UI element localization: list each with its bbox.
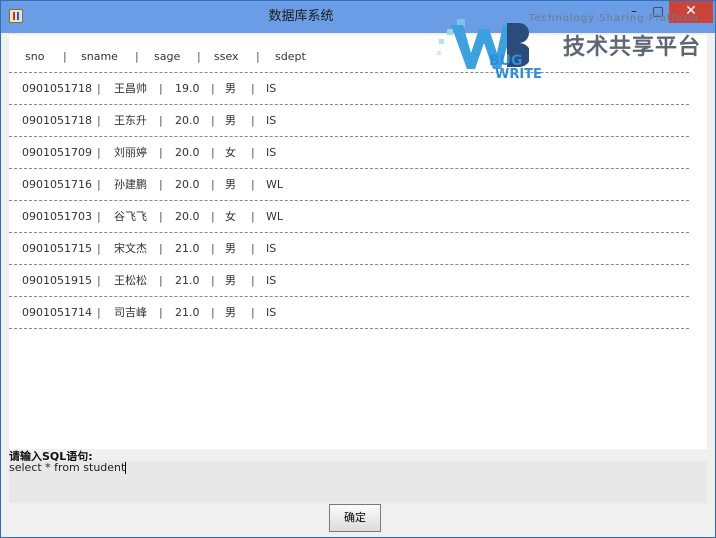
- table-cell: 0901051715: [22, 242, 92, 255]
- table-cell: 0901051915: [22, 274, 92, 287]
- column-separator: |: [251, 114, 255, 127]
- column-header: sage: [154, 50, 181, 63]
- table-cell: 21.0: [175, 274, 200, 287]
- watermark-cn: 技术共享平台: [563, 35, 702, 60]
- table-cell: 20.0: [175, 114, 200, 127]
- column-separator: |: [159, 306, 163, 319]
- table-cell: IS: [266, 82, 277, 95]
- column-separator: |: [97, 178, 101, 191]
- table-cell: 男: [225, 114, 236, 127]
- column-separator: |: [251, 242, 255, 255]
- table-cell: IS: [266, 306, 277, 319]
- table-cell: 男: [225, 178, 236, 191]
- row-divider: [9, 328, 689, 329]
- column-separator: |: [63, 50, 67, 63]
- table-cell: 0901051716: [22, 178, 92, 191]
- confirm-button[interactable]: 确定: [329, 504, 381, 532]
- table-cell: 王松松: [114, 274, 147, 287]
- watermark-logo: Technology Sharing Platform BUG WRITE 技术…: [437, 11, 709, 91]
- column-separator: |: [211, 274, 215, 287]
- table-cell: 男: [225, 274, 236, 287]
- column-separator: |: [251, 146, 255, 159]
- column-separator: |: [159, 210, 163, 223]
- table-row: 0901051716 | 孙建鹏 | 20.0 | 男 | WL: [9, 169, 689, 201]
- column-separator: |: [159, 114, 163, 127]
- column-separator: |: [251, 306, 255, 319]
- column-separator: |: [256, 50, 260, 63]
- column-separator: |: [135, 50, 139, 63]
- text-caret: [125, 462, 127, 474]
- table-cell: 王昌帅: [114, 82, 147, 95]
- column-separator: |: [159, 146, 163, 159]
- column-separator: |: [97, 146, 101, 159]
- table-cell: 谷飞飞: [114, 210, 147, 223]
- column-separator: |: [251, 178, 255, 191]
- table-cell: IS: [266, 274, 277, 287]
- column-separator: |: [251, 210, 255, 223]
- table-cell: WL: [266, 210, 284, 223]
- column-separator: |: [211, 146, 215, 159]
- column-header: ssex: [214, 50, 239, 63]
- table-cell: 宋文杰: [114, 242, 147, 255]
- table-cell: 男: [225, 306, 236, 319]
- table-row: 0901051709 | 刘丽婷 | 20.0 | 女 | IS: [9, 137, 689, 169]
- table-cell: IS: [266, 114, 277, 127]
- app-window: 数据库系统 – □ ✕ sno | sname | sage | ssex | sdept 090…: [0, 0, 716, 538]
- table-cell: WL: [266, 178, 284, 191]
- column-separator: |: [197, 50, 201, 63]
- table-cell: 刘丽婷: [114, 146, 147, 159]
- column-separator: |: [251, 82, 255, 95]
- table-cell: 20.0: [175, 178, 200, 191]
- column-separator: |: [97, 82, 101, 95]
- results-panel: sno | sname | sage | ssex | sdept 0901051718 | 王昌帅 |…: [9, 35, 707, 449]
- table-row: 0901051714 | 司吉峰 | 21.0 | 男 | IS: [9, 297, 689, 329]
- column-separator: |: [211, 178, 215, 191]
- table-cell: 21.0: [175, 306, 200, 319]
- column-separator: |: [97, 114, 101, 127]
- sql-input[interactable]: select * from student: [9, 461, 707, 503]
- column-separator: |: [159, 82, 163, 95]
- table-cell: 21.0: [175, 242, 200, 255]
- table-row: 0901051915 | 王松松 | 21.0 | 男 | IS: [9, 265, 689, 297]
- column-separator: |: [159, 178, 163, 191]
- table-cell: 女: [225, 210, 236, 223]
- watermark-write: WRITE: [495, 67, 542, 82]
- table-cell: 0901051714: [22, 306, 92, 319]
- table-row: 0901051703 | 谷飞飞 | 20.0 | 女 | WL: [9, 201, 689, 233]
- table-row: 0901051715 | 宋文杰 | 21.0 | 男 | IS: [9, 233, 689, 265]
- column-header: sno: [25, 50, 45, 63]
- table-cell: 男: [225, 242, 236, 255]
- table-cell: 女: [225, 146, 236, 159]
- column-separator: |: [97, 242, 101, 255]
- table-row: 0901051718 | 王东升 | 20.0 | 男 | IS: [9, 105, 689, 137]
- column-separator: |: [211, 306, 215, 319]
- column-header: sdept: [275, 50, 306, 63]
- column-separator: |: [97, 210, 101, 223]
- column-separator: |: [159, 274, 163, 287]
- column-separator: |: [211, 242, 215, 255]
- table-cell: 王东升: [114, 114, 147, 127]
- table-cell: 男: [225, 82, 236, 95]
- table-cell: IS: [266, 146, 277, 159]
- table-cell: 20.0: [175, 146, 200, 159]
- table-cell: 0901051709: [22, 146, 92, 159]
- column-header: sname: [81, 50, 118, 63]
- column-separator: |: [251, 274, 255, 287]
- table-cell: 20.0: [175, 210, 200, 223]
- table-cell: IS: [266, 242, 277, 255]
- column-separator: |: [211, 210, 215, 223]
- table-cell: 0901051703: [22, 210, 92, 223]
- watermark-tagline: Technology Sharing Platform: [529, 13, 699, 24]
- column-separator: |: [159, 242, 163, 255]
- column-separator: |: [211, 82, 215, 95]
- table-cell: 孙建鹏: [114, 178, 147, 191]
- table-cell: 0901051718: [22, 82, 92, 95]
- table-cell: 司吉峰: [114, 306, 147, 319]
- table-cell: 0901051718: [22, 114, 92, 127]
- column-separator: |: [97, 306, 101, 319]
- column-separator: |: [97, 274, 101, 287]
- sql-input-value[interactable]: select * from student: [9, 461, 127, 474]
- table-cell: 19.0: [175, 82, 200, 95]
- column-separator: |: [211, 114, 215, 127]
